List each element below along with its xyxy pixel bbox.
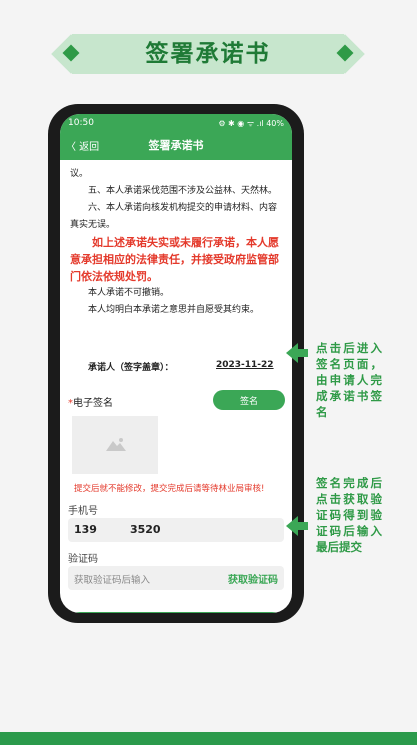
doc-item-5: 五、本人承诺采伐范围不涉及公益林、天然林。 (88, 186, 278, 196)
banner-title: 签署承诺书 (145, 41, 271, 67)
nav-bar: 〈 返回 签署承诺书 (60, 136, 292, 156)
esign-label-text: 电子签名 (73, 398, 113, 409)
doc-item-6a: 六、本人承诺向核发机构提交的申请材料、内容 (88, 203, 278, 213)
doc-understand: 本人均明白本承诺之意思并自愿受其约束。 (88, 305, 260, 315)
arrow-stem (298, 349, 308, 357)
arrow-left-icon (286, 516, 298, 536)
doc-irrevocable: 本人承诺不可撤销。 (88, 288, 170, 298)
phone-label: 手机号 (68, 506, 98, 517)
status-icons: ⚙ ✱ ◉ ᯤ .ıl 40% (218, 119, 284, 128)
code-input[interactable]: 获取验证码后输入 获取验证码 (68, 566, 284, 590)
sign-date: 2023-11-22 (216, 360, 274, 370)
submit-notice: 提交后就不能修改，提交完成后请等待林业局审核! (74, 484, 265, 494)
esign-label: *电子签名 (68, 394, 113, 409)
signature-preview[interactable] (72, 416, 158, 474)
app-header: 10:50 ⚙ ✱ ◉ ᯤ .ıl 40% 〈 返回 签署承诺书 (60, 114, 292, 160)
code-label: 验证码 (68, 554, 98, 565)
arrow-left-icon (286, 343, 298, 363)
doc-item-6b: 真实无误。 (70, 220, 116, 230)
get-code-button[interactable]: 获取验证码 (228, 571, 278, 586)
sign-button[interactable]: 签名 (213, 390, 285, 410)
annotation-submit: 签名完成后点击获取验证码得到验证码后输入最后提交 (316, 476, 382, 554)
signer-label: 承诺人（签字盖章）： (88, 363, 174, 373)
page-title: 签署承诺书 (148, 139, 204, 152)
annotation-sign: 点击后进入签名页面，由申请人完成承诺书签名 (316, 341, 382, 419)
phone-frame: 10:50 ⚙ ✱ ◉ ᯤ .ıl 40% 〈 返回 签署承诺书 议。 五、本人… (48, 104, 304, 623)
code-placeholder: 获取验证码后输入 (74, 575, 151, 586)
phone-screen: 10:50 ⚙ ✱ ◉ ᯤ .ıl 40% 〈 返回 签署承诺书 议。 五、本人… (60, 114, 292, 613)
submit-button[interactable]: 提交 (68, 612, 284, 613)
footer-bar (0, 732, 417, 745)
title-banner: 签署承诺书 (50, 32, 366, 76)
image-placeholder-icon (106, 438, 126, 451)
arrow-stem (298, 522, 308, 530)
doc-warning: 如上述承诺失实或未履行承诺，本人愿意承担相应的法律责任，并接受政府监管部门依法依… (70, 236, 279, 283)
doc-line: 议。 (70, 169, 89, 179)
phone-input[interactable]: 139 3520 (68, 518, 284, 542)
status-time: 10:50 (68, 118, 94, 128)
status-bar: 10:50 ⚙ ✱ ◉ ᯤ .ıl 40% (68, 118, 284, 132)
commitment-text: 议。 五、本人承诺采伐范围不涉及公益林、天然林。 六、本人承诺向核发机构提交的申… (70, 166, 284, 319)
